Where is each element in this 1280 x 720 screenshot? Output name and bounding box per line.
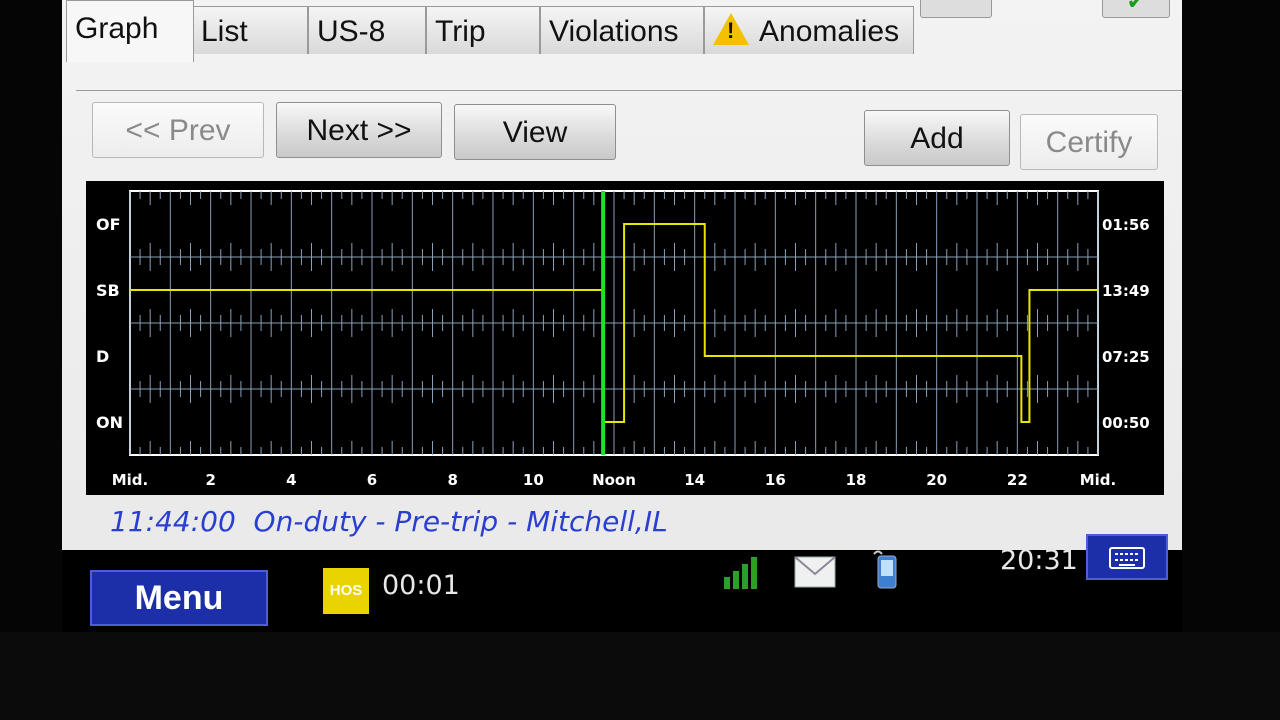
- status-total: 13:49: [1102, 282, 1150, 300]
- certify-button[interactable]: Certify: [1020, 114, 1158, 170]
- check-icon: ✔: [1126, 0, 1146, 15]
- tab-label: Anomalies: [759, 15, 900, 48]
- hour-tick-label: 18: [846, 471, 867, 489]
- tab-anomalies[interactable]: ! Anomalies: [704, 6, 914, 54]
- keyboard-button[interactable]: [1086, 534, 1168, 580]
- hos-icon[interactable]: HOS: [323, 568, 369, 614]
- tab-label: Trip: [435, 15, 486, 48]
- status-label-d: D: [96, 347, 109, 366]
- tab-label: Graph: [75, 12, 159, 45]
- hour-tick-label: 8: [447, 471, 457, 489]
- signal-icon[interactable]: [722, 555, 760, 591]
- tab-graph[interactable]: Graph: [66, 0, 194, 62]
- status-label-of: OF: [96, 215, 121, 234]
- confirm-button[interactable]: ✔: [1102, 0, 1170, 18]
- hour-tick-label: 10: [523, 471, 544, 489]
- view-button[interactable]: View: [454, 104, 616, 160]
- hour-tick-label: 22: [1007, 471, 1028, 489]
- next-button[interactable]: Next >>: [276, 102, 442, 158]
- tab-label: List: [201, 15, 248, 48]
- hos-time: 00:01: [382, 570, 460, 601]
- log-graph-svg: OF SB D ON 01:56 13:49 07:25 00:50 Mid. 2 4 6 8 10 Noo…: [96, 190, 1150, 489]
- clock: 20:31: [1000, 545, 1078, 576]
- status-total: 01:56: [1102, 216, 1150, 234]
- tab-label: US-8: [317, 15, 386, 48]
- tab-label: Violations: [549, 15, 679, 48]
- hos-log-graph[interactable]: OF SB D ON 01:56 13:49 07:25 00:50 Mid. 2 4 6 8 10 Noo…: [86, 181, 1164, 495]
- status-total: 00:50: [1102, 414, 1150, 432]
- warning-icon: !: [713, 13, 749, 45]
- hour-tick-label: Mid.: [112, 471, 149, 489]
- device-bezel: [0, 632, 1280, 720]
- status-line: 11:44:00 On-duty - Pre-trip - Mitchell,I…: [110, 505, 668, 538]
- prev-button[interactable]: << Prev: [92, 102, 264, 158]
- tab-violations[interactable]: Violations: [540, 6, 704, 54]
- phone-icon[interactable]: [870, 548, 904, 590]
- status-total: 07:25: [1102, 348, 1150, 366]
- top-nav-button[interactable]: [920, 0, 992, 18]
- hour-tick-label: 20: [926, 471, 947, 489]
- tab-us8[interactable]: US-8: [308, 6, 426, 54]
- status-label-sb: SB: [96, 281, 120, 300]
- tab-trip[interactable]: Trip: [426, 6, 540, 54]
- hour-tick-label: 6: [367, 471, 377, 489]
- menu-button[interactable]: Menu: [90, 570, 268, 626]
- tab-panel-border: [76, 90, 1182, 91]
- add-button[interactable]: Add: [864, 110, 1010, 166]
- keyboard-icon: [1109, 547, 1145, 569]
- hour-tick-label: 4: [286, 471, 296, 489]
- status-label-on: ON: [96, 413, 123, 432]
- hour-tick-label: 2: [205, 471, 215, 489]
- hour-tick-label: Noon: [592, 471, 636, 489]
- hour-tick-label: 16: [765, 471, 786, 489]
- mail-icon[interactable]: [794, 556, 836, 588]
- tab-list[interactable]: List: [192, 6, 308, 54]
- hour-tick-label: 14: [684, 471, 705, 489]
- hour-tick-label: Mid.: [1080, 471, 1117, 489]
